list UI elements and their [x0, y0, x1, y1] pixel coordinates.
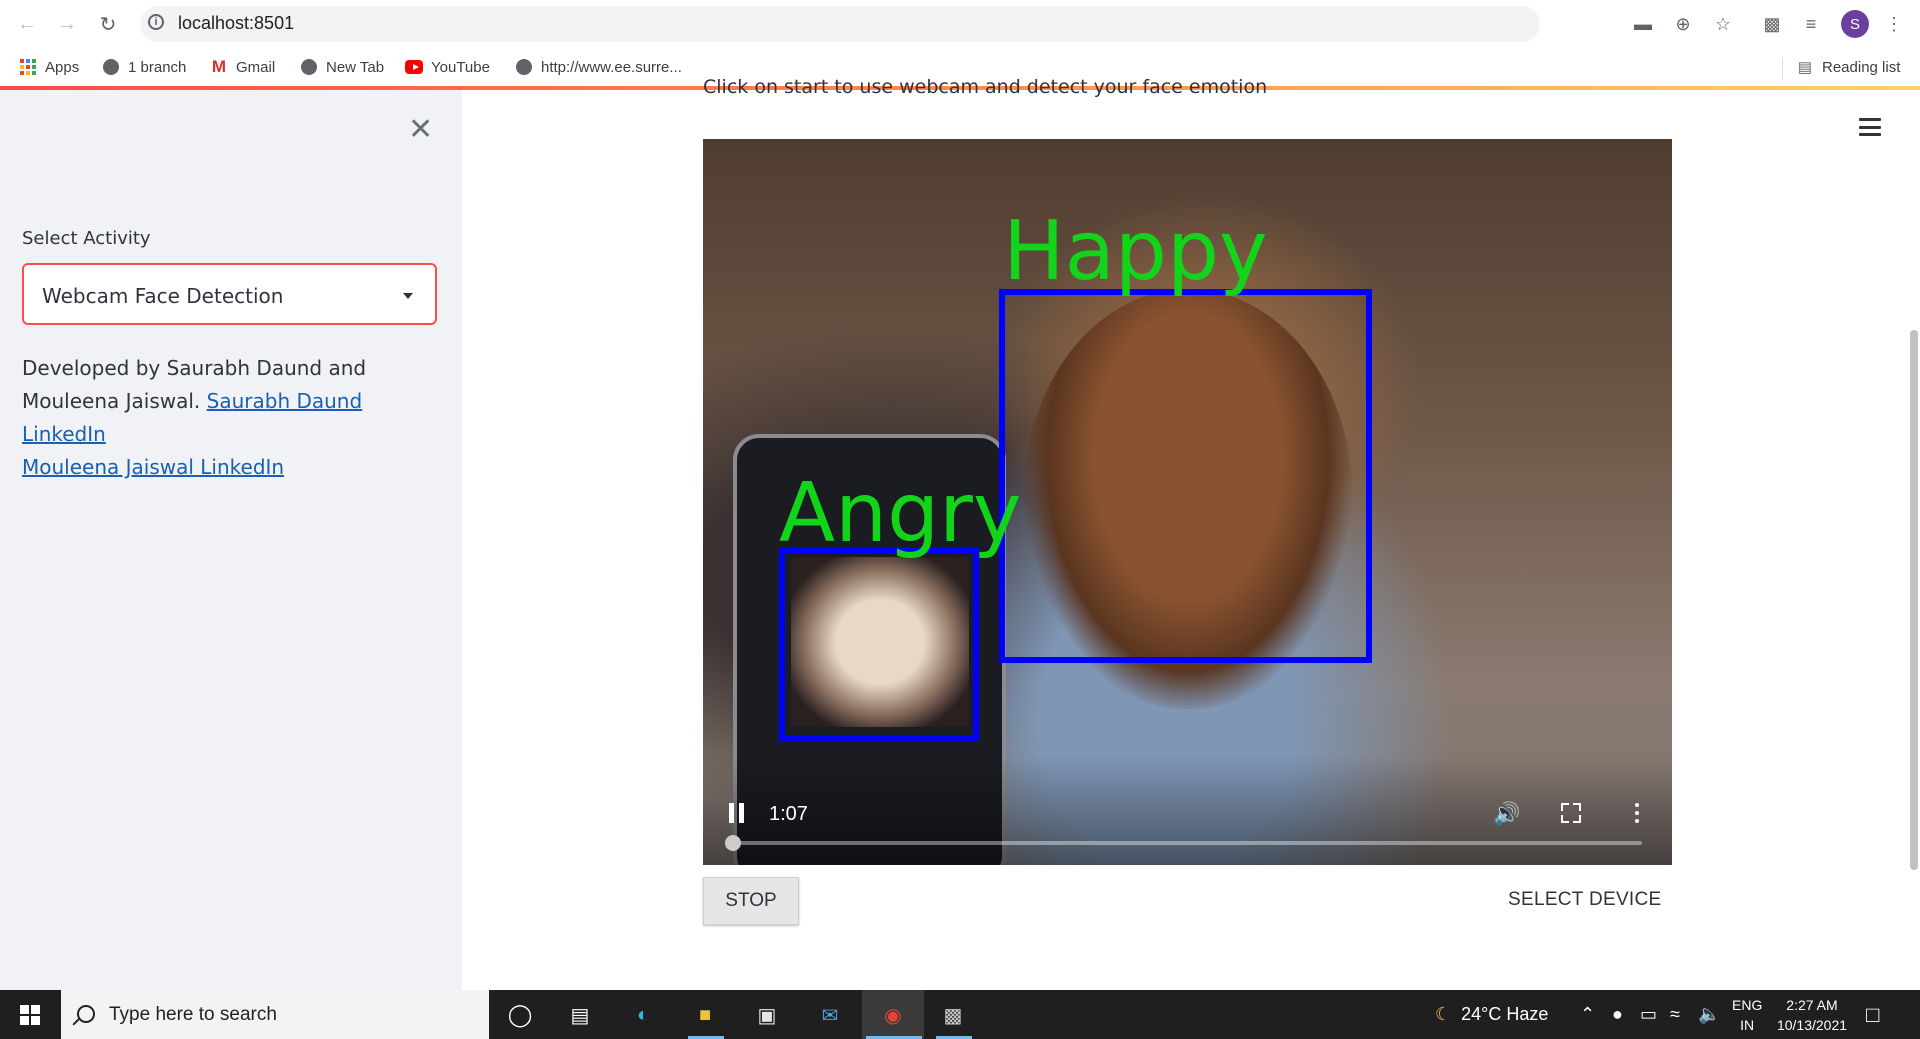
- globe-icon: [102, 58, 120, 76]
- webcam-video[interactable]: Happy Angry 1:07 🔊: [703, 139, 1672, 865]
- language-indicator[interactable]: ENG IN: [1732, 990, 1762, 1039]
- forward-icon[interactable]: →: [55, 12, 79, 36]
- weather-text: 24°C Haze: [1461, 1004, 1549, 1024]
- terminal-icon[interactable]: ▩: [938, 1000, 968, 1030]
- zoom-icon[interactable]: ⊕: [1671, 12, 1695, 36]
- store-icon[interactable]: ▣: [752, 1000, 782, 1030]
- globe-icon: [300, 58, 318, 76]
- mail-icon[interactable]: ✉: [815, 1000, 845, 1030]
- seek-thumb[interactable]: [725, 835, 741, 851]
- face-box-happy: [999, 289, 1372, 663]
- stop-button[interactable]: STOP: [703, 877, 799, 925]
- chevron-up-icon[interactable]: ⌃: [1580, 990, 1595, 1039]
- pause-icon[interactable]: [729, 803, 745, 823]
- wifi-icon[interactable]: ≈: [1670, 990, 1680, 1039]
- speaker-icon[interactable]: 🔈: [1698, 990, 1720, 1039]
- bookmark-label: 1 branch: [128, 58, 187, 76]
- activity-select[interactable]: Webcam Face Detection: [22, 263, 437, 325]
- address-bar[interactable]: [140, 6, 1540, 42]
- bookmark-label: YouTube: [431, 58, 490, 76]
- media-control-icon[interactable]: ≡: [1799, 12, 1823, 36]
- reading-list-icon: ▤: [1797, 59, 1813, 76]
- bookmark-branch[interactable]: 1 branch: [102, 55, 186, 79]
- reading-list-label: Reading list: [1822, 58, 1901, 76]
- mouleena-linkedin-link[interactable]: Mouleena Jaiswal LinkedIn: [22, 455, 284, 479]
- face-box-angry: [779, 547, 979, 741]
- youtube-icon: [405, 58, 423, 76]
- bookmark-surrey[interactable]: http://www.ee.surre...: [515, 55, 682, 79]
- bookmark-new-tab[interactable]: New Tab: [300, 55, 384, 79]
- emotion-label-angry: Angry: [779, 466, 1022, 561]
- bookmark-youtube[interactable]: YouTube: [405, 55, 490, 79]
- select-device-button[interactable]: SELECT DEVICE: [1508, 889, 1662, 911]
- lang-bottom: IN: [1740, 1016, 1755, 1033]
- file-explorer-icon[interactable]: ■: [690, 1000, 720, 1030]
- globe-icon: [515, 58, 533, 76]
- fullscreen-icon[interactable]: [1561, 803, 1581, 823]
- chevron-down-icon: [403, 293, 413, 299]
- microphone-icon[interactable]: ●: [1612, 990, 1623, 1039]
- video-controls: 1:07 🔊: [703, 755, 1672, 865]
- url-text[interactable]: localhost:8501: [178, 13, 294, 34]
- seek-bar[interactable]: [733, 841, 1642, 845]
- camera-icon[interactable]: ▬: [1631, 12, 1655, 36]
- edge-icon[interactable]: ◐: [628, 1000, 658, 1030]
- task-view-icon[interactable]: ▤: [565, 1000, 595, 1030]
- bookmark-label: New Tab: [326, 58, 385, 76]
- divider: [1782, 58, 1783, 80]
- moon-cloud-icon: ☾: [1435, 1004, 1452, 1024]
- windows-start-icon[interactable]: [20, 1005, 40, 1025]
- instruction-text: Click on start to use webcam and detect …: [703, 76, 1268, 98]
- hamburger-menu-icon[interactable]: [1859, 118, 1881, 136]
- cortana-icon[interactable]: ◯: [505, 1000, 535, 1030]
- browser-toolbar: ← → ↻ i localhost:8501 ▬ ⊕ ☆ ▩ ≡ S ⋮: [0, 0, 1920, 49]
- extensions-icon[interactable]: ▩: [1760, 12, 1784, 36]
- bookmark-label: Gmail: [236, 58, 276, 76]
- clock[interactable]: 2:27 AM 10/13/2021: [1772, 990, 1852, 1039]
- bookmark-apps[interactable]: Apps: [19, 55, 79, 79]
- back-icon[interactable]: ←: [15, 12, 39, 36]
- reload-icon[interactable]: ↻: [96, 12, 120, 36]
- battery-icon[interactable]: ▭: [1640, 990, 1657, 1039]
- taskbar-search[interactable]: Type here to search: [61, 990, 489, 1039]
- reading-list-button[interactable]: ▤ Reading list: [1796, 55, 1900, 79]
- gmail-icon: M: [211, 57, 227, 76]
- windows-taskbar: Type here to search ◯ ▤ ◐ ■ ▣ ✉ ◉ ▩ ☾ 24…: [0, 990, 1920, 1039]
- star-icon[interactable]: ☆: [1711, 12, 1735, 36]
- clock-time: 2:27 AM: [1786, 996, 1838, 1013]
- page-scrollbar[interactable]: [1910, 330, 1918, 870]
- bookmark-label: http://www.ee.surre...: [541, 58, 682, 76]
- info-icon[interactable]: i: [148, 14, 164, 30]
- bookmark-label: Apps: [45, 58, 80, 76]
- apps-grid-icon: [19, 58, 37, 76]
- menu-dots-icon[interactable]: ⋮: [1882, 12, 1906, 36]
- credits: Developed by Saurabh Daund and Mouleena …: [22, 352, 442, 484]
- search-icon: [77, 1005, 95, 1023]
- chrome-icon[interactable]: ◉: [878, 1000, 908, 1030]
- bookmark-gmail[interactable]: M Gmail: [210, 55, 275, 79]
- notifications-icon[interactable]: □: [1866, 990, 1879, 1039]
- clock-date: 10/13/2021: [1776, 1016, 1848, 1033]
- volume-icon[interactable]: 🔊: [1493, 801, 1520, 826]
- select-activity-label: Select Activity: [22, 228, 151, 249]
- avatar[interactable]: S: [1841, 10, 1869, 38]
- emotion-label-happy: Happy: [1003, 204, 1268, 299]
- close-sidebar-icon[interactable]: ✕: [408, 112, 433, 147]
- more-options-icon[interactable]: [1635, 803, 1639, 823]
- search-placeholder: Type here to search: [109, 1004, 277, 1025]
- video-time: 1:07: [769, 803, 808, 825]
- activity-select-value: Webcam Face Detection: [42, 284, 284, 308]
- sidebar: ✕ Select Activity Webcam Face Detection …: [0, 90, 462, 990]
- lang-top: ENG: [1732, 996, 1763, 1013]
- weather-widget[interactable]: ☾ 24°C Haze: [1435, 990, 1548, 1039]
